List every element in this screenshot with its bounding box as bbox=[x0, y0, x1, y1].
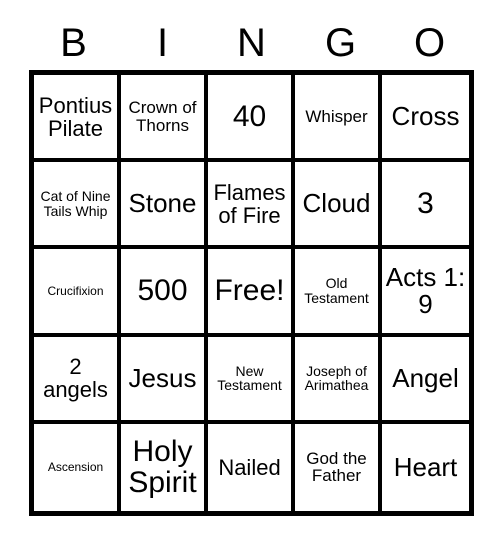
bingo-cell-label: Crown of Thorns bbox=[128, 97, 197, 135]
bingo-cell-label: Acts 1: 9 bbox=[385, 261, 466, 319]
bingo-card: B I N G O Pontius Pilate Crown of Thorns 4… bbox=[0, 0, 502, 544]
header-letter-i: I bbox=[156, 21, 169, 65]
bingo-cell[interactable]: God the Father bbox=[295, 423, 382, 511]
bingo-cell-label: Cat of Nine Tails Whip bbox=[40, 188, 111, 219]
bingo-cell-label: God the Father bbox=[306, 448, 367, 486]
bingo-cell-label: 40 bbox=[232, 99, 267, 133]
bingo-cell-label: New Testament bbox=[217, 362, 282, 394]
bingo-cell[interactable]: Stone bbox=[121, 162, 208, 250]
bingo-cell[interactable]: Cloud bbox=[295, 162, 382, 250]
header-letter-g: G bbox=[324, 21, 357, 65]
bingo-header: B I N G O bbox=[29, 16, 474, 70]
bingo-cell[interactable]: Ascension bbox=[34, 423, 121, 511]
bingo-cell[interactable]: Cross bbox=[382, 75, 469, 163]
bingo-cell[interactable]: 3 bbox=[382, 162, 469, 250]
bingo-cell[interactable]: Holy Spirit bbox=[121, 423, 208, 511]
header-letter-o: O bbox=[413, 21, 446, 65]
bingo-cell-free[interactable]: Free! bbox=[208, 249, 295, 337]
bingo-cell[interactable]: Joseph of Arimathea bbox=[295, 336, 382, 424]
bingo-cell[interactable]: Crucifixion bbox=[34, 249, 121, 337]
bingo-cell-label: Cross bbox=[391, 100, 460, 131]
bingo-cell-label: 2 angels bbox=[43, 354, 108, 403]
bingo-cell-label: Pontius Pilate bbox=[38, 92, 113, 141]
bingo-cell[interactable]: Whisper bbox=[295, 75, 382, 163]
bingo-cell[interactable]: New Testament bbox=[208, 336, 295, 424]
bingo-cell[interactable]: 40 bbox=[208, 75, 295, 163]
bingo-cell[interactable]: Flames of Fire bbox=[208, 162, 295, 250]
bingo-cell[interactable]: 2 angels bbox=[34, 336, 121, 424]
bingo-cell-label: Old Testament bbox=[304, 275, 369, 306]
bingo-cell[interactable]: Crown of Thorns bbox=[121, 75, 208, 163]
bingo-cell-label: Flames of Fire bbox=[213, 179, 286, 228]
bingo-cell-label: Holy Spirit bbox=[128, 434, 197, 500]
bingo-cell[interactable]: Heart bbox=[382, 423, 469, 511]
bingo-cell-label: Nailed bbox=[218, 454, 281, 480]
bingo-cell-label: Cloud bbox=[302, 188, 371, 219]
bingo-cell-label: Jesus bbox=[128, 362, 197, 393]
bingo-cell-label: Whisper bbox=[305, 106, 368, 126]
bingo-cell-label: Stone bbox=[128, 188, 197, 219]
bingo-grid: Pontius Pilate Crown of Thorns 40 Whisper Cr… bbox=[29, 70, 474, 516]
bingo-cell[interactable]: Nailed bbox=[208, 423, 295, 511]
bingo-cell[interactable]: Angel bbox=[382, 336, 469, 424]
bingo-cell[interactable]: Jesus bbox=[121, 336, 208, 424]
bingo-cell[interactable]: Cat of Nine Tails Whip bbox=[34, 162, 121, 250]
header-letter-n: N bbox=[237, 21, 266, 65]
bingo-cell[interactable]: Acts 1: 9 bbox=[382, 249, 469, 337]
bingo-cell-label: Angel bbox=[392, 362, 459, 393]
bingo-cell-label: Ascension bbox=[47, 460, 104, 475]
bingo-cell[interactable]: Old Testament bbox=[295, 249, 382, 337]
header-letter-b: B bbox=[60, 21, 87, 65]
bingo-cell-label: Free! bbox=[214, 274, 285, 308]
bingo-cell-label: 500 bbox=[137, 274, 188, 308]
bingo-cell-label: 3 bbox=[417, 187, 434, 221]
bingo-cell[interactable]: 500 bbox=[121, 249, 208, 337]
bingo-cell[interactable]: Pontius Pilate bbox=[34, 75, 121, 163]
bingo-cell-label: Crucifixion bbox=[47, 283, 104, 298]
bingo-cell-label: Heart bbox=[393, 451, 458, 482]
bingo-cell-label: Joseph of Arimathea bbox=[304, 362, 369, 394]
